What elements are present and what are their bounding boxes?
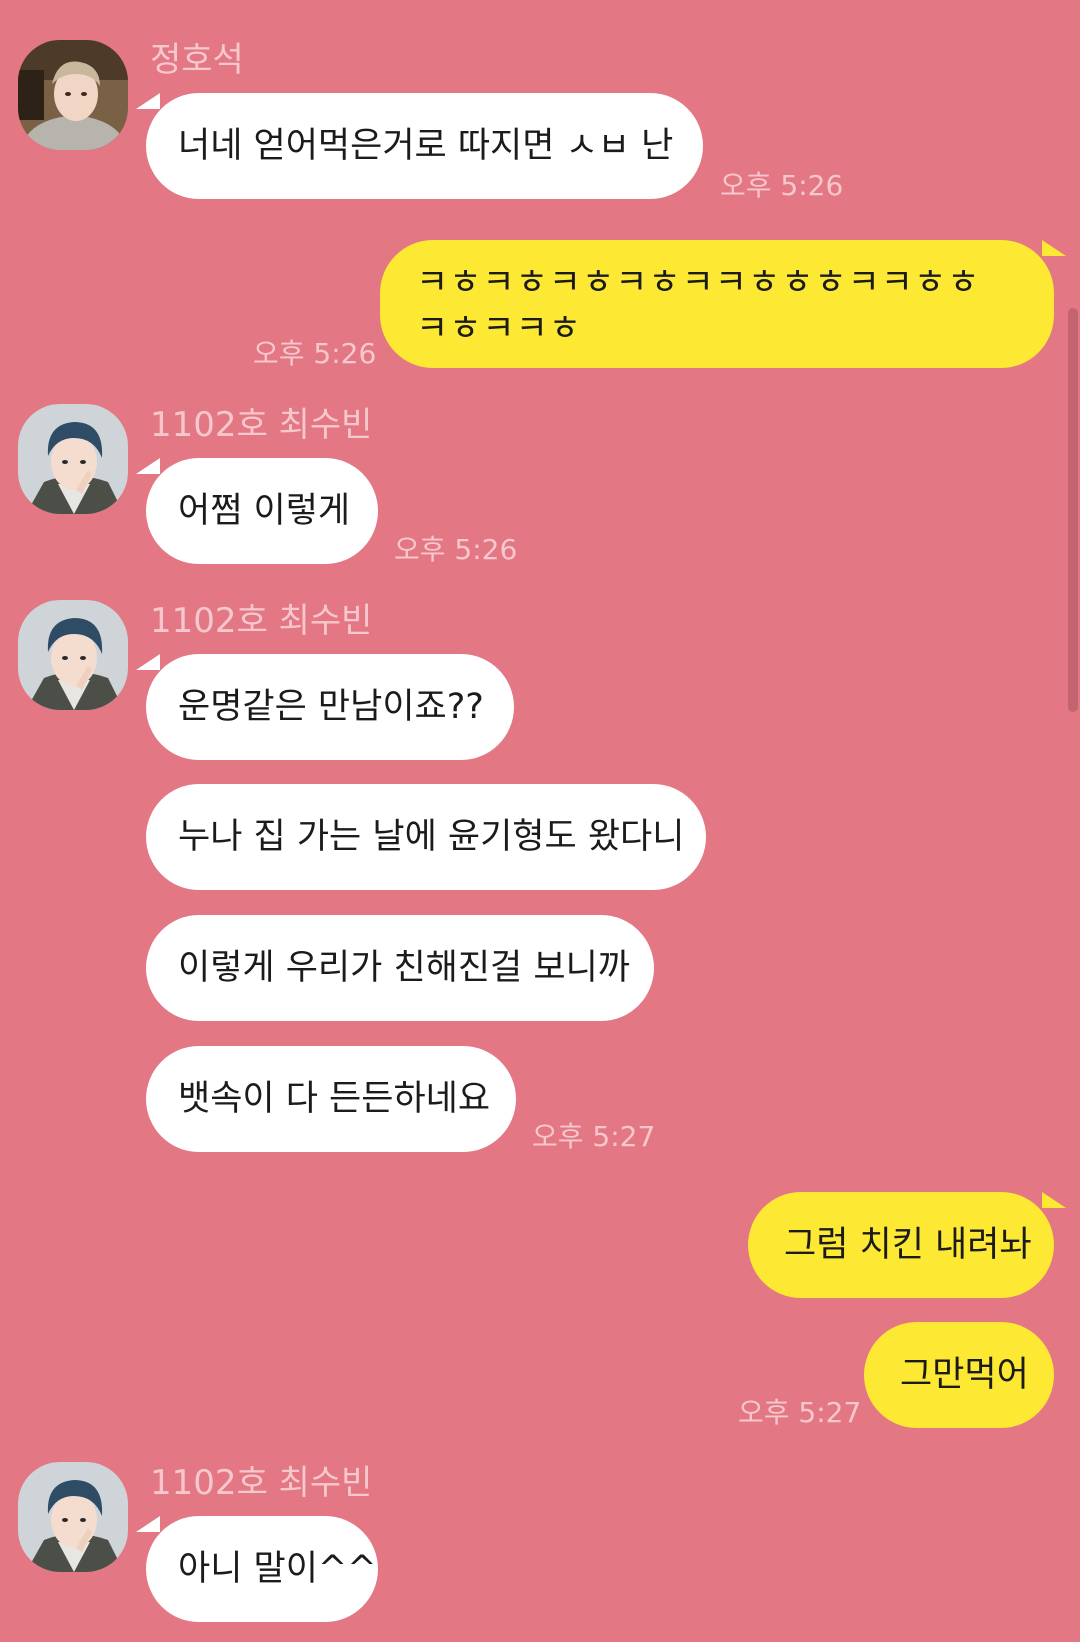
sender-name: 정호석 — [150, 40, 244, 80]
message-bubble[interactable]: 아니 말이^^ — [146, 1516, 378, 1622]
avatar[interactable] — [18, 1462, 128, 1572]
bubble-tail — [136, 654, 160, 670]
message-timestamp: 오후 5:26 — [720, 169, 844, 202]
avatar-hoseok-icon — [18, 40, 128, 150]
sender-name: 1102호 최수빈 — [150, 405, 373, 445]
avatar-soobin-icon — [18, 404, 128, 514]
message-timestamp: 오후 5:26 — [394, 533, 518, 566]
message-bubble[interactable]: ㅋㅎㅋㅎㅋㅎㅋㅎㅋㅋㅎㅎㅎㅋㅋㅎㅎ ㅋㅎㅋㅋㅎ — [380, 240, 1054, 368]
message-text-line: ㅋㅎㅋㅋㅎ — [416, 309, 583, 349]
message-bubble[interactable]: 뱃속이 다 든든하네요 — [146, 1046, 516, 1152]
message-bubble[interactable]: 운명같은 만남이죠?? — [146, 654, 514, 760]
message-bubble[interactable]: 이렇게 우리가 친해진걸 보니까 — [146, 915, 654, 1021]
avatar-soobin-icon — [18, 1462, 128, 1572]
message-timestamp: 오후 5:27 — [532, 1120, 656, 1153]
message-timestamp: 오후 5:27 — [738, 1396, 862, 1429]
message-timestamp: 오후 5:26 — [253, 337, 377, 370]
chat-view[interactable]: 정호석 너네 얻어먹은거로 따지면 ㅅㅂ 난 오후 5:26 ㅋㅎㅋㅎㅋㅎㅋㅎㅋ… — [0, 0, 1080, 1642]
sender-name: 1102호 최수빈 — [150, 601, 373, 641]
bubble-tail — [136, 458, 160, 474]
bubble-tail — [136, 1516, 160, 1532]
message-bubble[interactable]: 너네 얻어먹은거로 따지면 ㅅㅂ 난 — [146, 93, 703, 199]
avatar-soobin-icon — [18, 600, 128, 710]
sender-name: 1102호 최수빈 — [150, 1463, 373, 1503]
message-bubble[interactable]: 어쩜 이렇게 — [146, 458, 378, 564]
message-bubble[interactable]: 그럼 치킨 내려놔 — [748, 1192, 1054, 1298]
message-bubble[interactable]: 누나 집 가는 날에 윤기형도 왔다니 — [146, 784, 706, 890]
avatar[interactable] — [18, 40, 128, 150]
bubble-tail — [136, 93, 160, 109]
message-bubble[interactable]: 그만먹어 — [864, 1322, 1054, 1428]
avatar[interactable] — [18, 600, 128, 710]
message-text-line: ㅋㅎㅋㅎㅋㅎㅋㅎㅋㅋㅎㅎㅎㅋㅋㅎㅎ — [416, 263, 981, 303]
bubble-tail — [1042, 1192, 1066, 1208]
scrollbar[interactable] — [1068, 308, 1078, 712]
avatar[interactable] — [18, 404, 128, 514]
bubble-tail — [1042, 240, 1066, 256]
